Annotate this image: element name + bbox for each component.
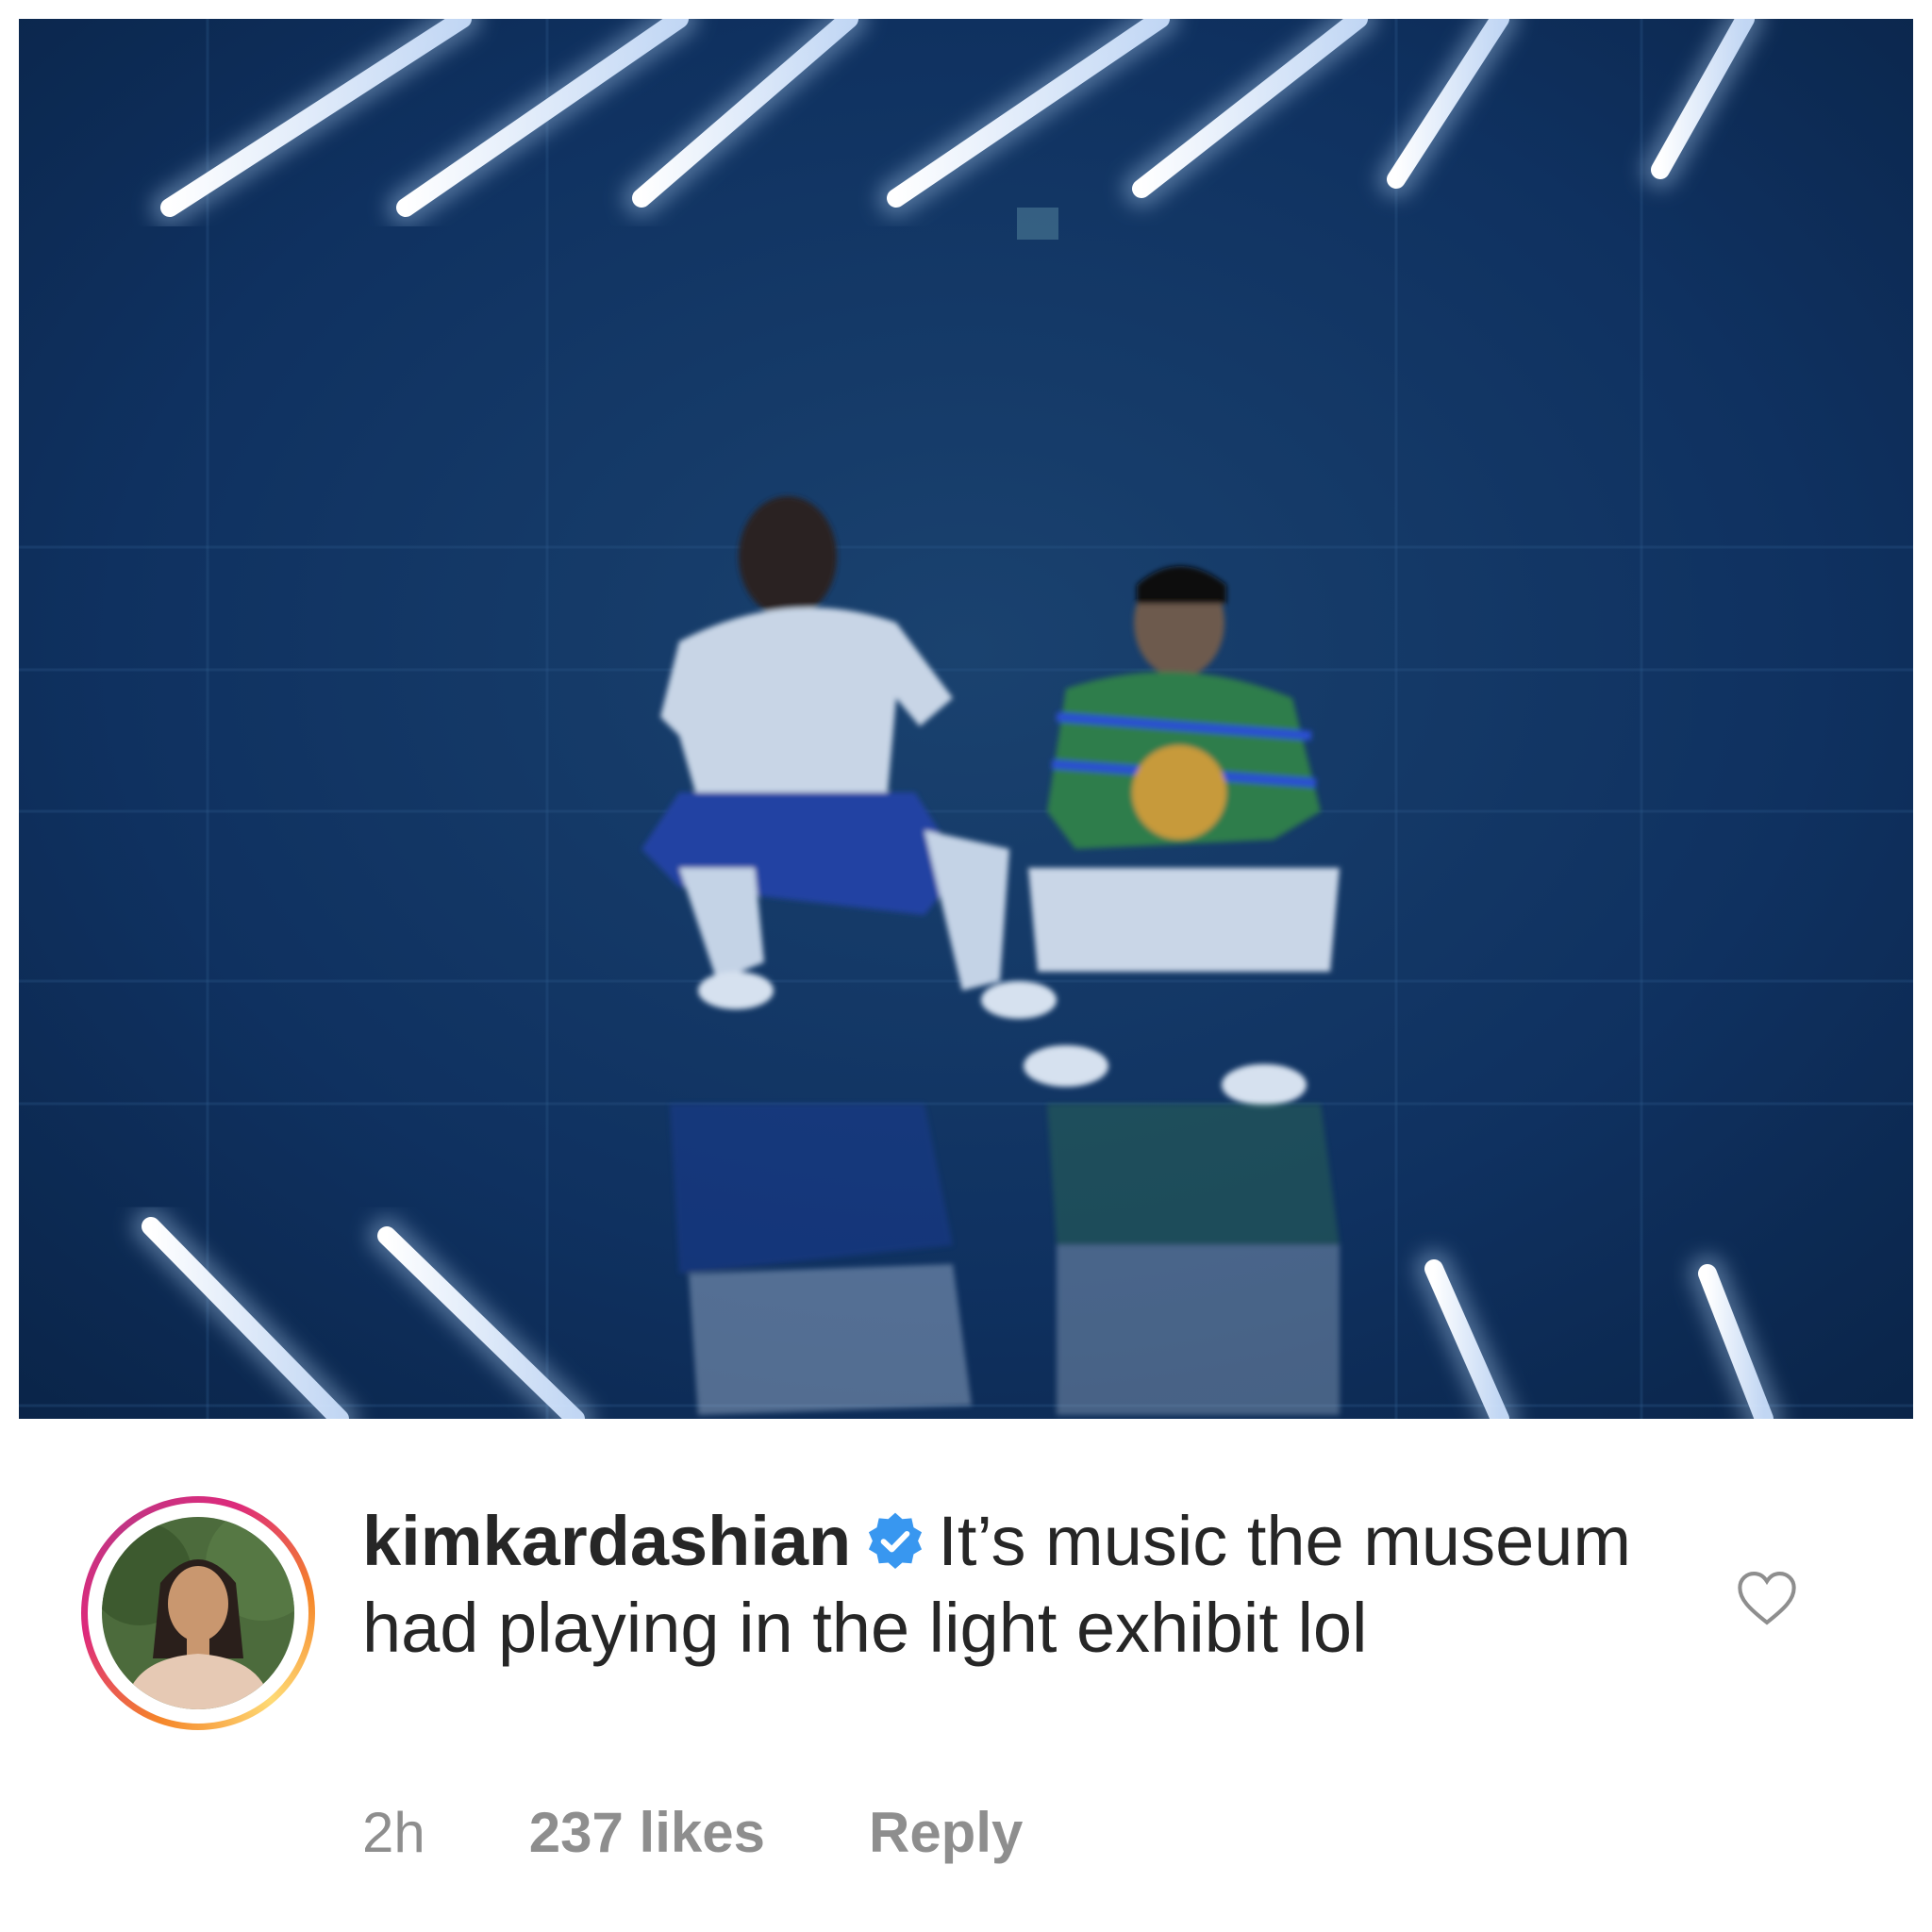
comment-likes-count[interactable]: 237 likes: [529, 1800, 765, 1866]
comment-text-block: kimkardashian It’s music the museum had …: [362, 1498, 1683, 1672]
story-ring[interactable]: [81, 1496, 315, 1730]
avatar-image: [102, 1517, 294, 1709]
comment-meta: 2h 237 likes Reply: [362, 1800, 1023, 1866]
avatar-gap: [88, 1503, 308, 1724]
verified-badge-icon: [869, 1512, 923, 1570]
heart-outline-icon[interactable]: [1736, 1570, 1798, 1626]
profile-avatar[interactable]: [102, 1517, 294, 1709]
comment: kimkardashian It’s music the museum had …: [0, 1419, 1932, 1932]
post-photo[interactable]: [19, 19, 1913, 1419]
reply-button[interactable]: Reply: [869, 1800, 1023, 1866]
comment-username[interactable]: kimkardashian: [362, 1502, 851, 1580]
post-photo-scene: [19, 19, 1913, 1419]
comment-timestamp: 2h: [362, 1801, 425, 1864]
